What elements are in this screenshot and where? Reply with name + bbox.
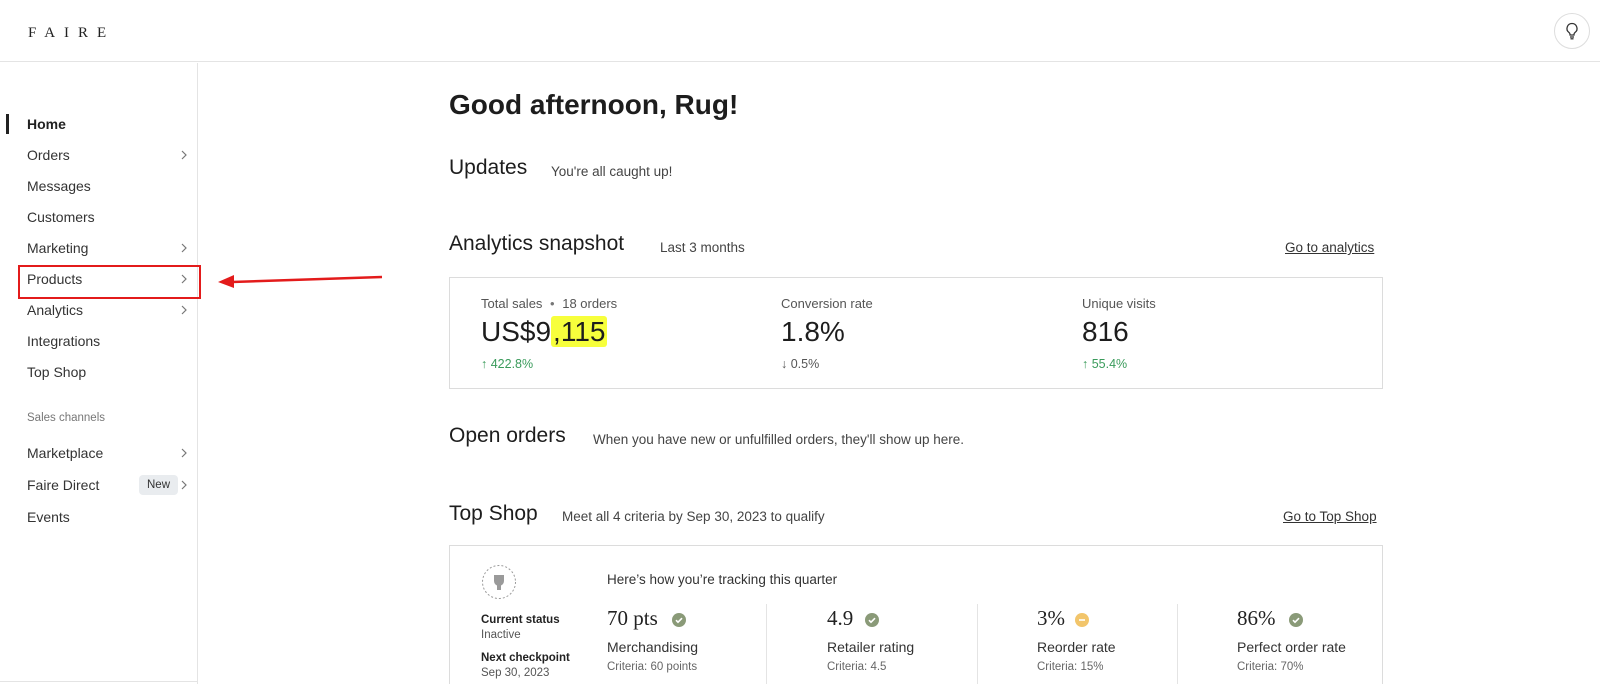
sidebar-item-customers[interactable]: Customers	[0, 203, 198, 231]
sidebar-item-label: Faire Direct	[27, 477, 100, 493]
sidebar-item-orders[interactable]: Orders	[0, 141, 198, 169]
sidebar-item-events[interactable]: Events	[0, 503, 198, 531]
metric-divider	[977, 604, 978, 684]
reorder-rate-label: Reorder rate	[1037, 639, 1116, 655]
tracking-heading: Here’s how you’re tracking this quarter	[607, 572, 838, 587]
top-shop-subtitle: Meet all 4 criteria by Sep 30, 2023 to q…	[562, 509, 825, 524]
total-sales-value: US$9,115	[481, 316, 608, 348]
sidebar-item-integrations[interactable]: Integrations	[0, 327, 198, 355]
orders-count: 18 orders	[562, 296, 618, 311]
sales-value-prefix: US$9	[481, 316, 552, 347]
updates-title: Updates	[449, 156, 528, 179]
metric-divider	[766, 604, 767, 684]
perfect-order-rate-value: 86%	[1237, 606, 1276, 630]
perfect-order-rate-label: Perfect order rate	[1237, 639, 1346, 655]
sidebar-item-analytics[interactable]: Analytics	[0, 296, 198, 324]
analytics-subtitle: Last 3 months	[660, 240, 745, 255]
sales-value-highlight: ,115	[551, 316, 608, 347]
unique-visits-value: 816	[1082, 316, 1129, 347]
perfect-order-rate-criteria: Criteria: 70%	[1237, 661, 1304, 673]
sidebar-item-label: Customers	[27, 209, 95, 225]
chevron-right-icon	[181, 480, 187, 490]
active-indicator	[6, 114, 9, 134]
annotation-arrow-icon	[218, 275, 383, 288]
page-title: Good afternoon, Rug!	[449, 89, 739, 120]
merchandising-criteria: Criteria: 60 points	[607, 661, 698, 673]
chevron-right-icon	[181, 448, 187, 458]
merchandising-label: Merchandising	[607, 639, 699, 655]
unique-visits-change: ↑ 55.4%	[1082, 357, 1128, 371]
sidebar-item-marketing[interactable]: Marketing	[0, 234, 198, 262]
check-circle-icon	[865, 613, 879, 627]
chevron-right-icon	[181, 305, 187, 315]
sidebar-divider	[0, 681, 198, 682]
sales-channels-heading: Sales channels	[27, 412, 105, 424]
sidebar-item-faire-direct[interactable]: Faire Direct New	[0, 471, 198, 499]
analytics-title: Analytics snapshot	[449, 232, 625, 255]
top-shop-card: Here’s how you’re tracking this quarter …	[449, 545, 1383, 684]
sidebar-item-label: Top Shop	[27, 364, 87, 380]
conversion-rate-label: Conversion rate	[781, 296, 873, 311]
total-sales-label-text: Total sales	[481, 296, 543, 311]
metric-divider	[1177, 604, 1178, 684]
retailer-rating-criteria: Criteria: 4.5	[827, 661, 887, 673]
sidebar-item-home[interactable]: Home	[0, 110, 198, 138]
pending-circle-icon	[1075, 613, 1089, 627]
current-status-value: Inactive	[481, 629, 521, 641]
sidebar-item-label: Events	[27, 509, 70, 525]
sidebar-item-label: Marketplace	[27, 445, 104, 461]
sidebar-item-label: Messages	[27, 178, 91, 194]
sidebar-item-label: Orders	[27, 147, 70, 163]
top-bar: FAIRE	[0, 0, 1600, 62]
go-to-analytics-link[interactable]: Go to analytics	[1285, 240, 1374, 255]
faire-logo[interactable]: FAIRE	[28, 25, 115, 42]
analytics-card: Total sales • 18 orders US$9,115 ↑ 422.8…	[449, 277, 1383, 389]
current-status-label: Current status	[481, 614, 560, 626]
retailer-rating-value: 4.9	[827, 606, 854, 630]
sidebar-item-label: Home	[27, 116, 66, 132]
top-shop-badge-icon	[482, 565, 516, 599]
sidebar-item-label: Marketing	[27, 240, 89, 256]
open-orders-title: Open orders	[449, 424, 566, 447]
next-checkpoint-label: Next checkpoint	[481, 652, 570, 664]
total-sales-change: ↑ 422.8%	[481, 357, 534, 371]
conversion-rate-value: 1.8%	[781, 316, 845, 347]
retailer-rating-label: Retailer rating	[827, 639, 915, 655]
go-to-top-shop-link[interactable]: Go to Top Shop	[1283, 509, 1377, 524]
check-circle-icon	[672, 613, 686, 627]
sidebar-item-label: Integrations	[27, 333, 101, 349]
total-sales-label: Total sales • 18 orders	[481, 296, 617, 311]
reorder-rate-criteria: Criteria: 15%	[1037, 661, 1104, 673]
new-badge: New	[139, 475, 179, 495]
unique-visits-label: Unique visits	[1082, 296, 1156, 311]
chevron-right-icon	[181, 243, 187, 253]
merchandising-value: 70 pts	[607, 606, 658, 630]
lightbulb-button[interactable]	[1554, 13, 1590, 49]
check-circle-icon	[1289, 613, 1303, 627]
sidebar: Home Orders Messages Customers Marketing…	[0, 63, 198, 684]
lightbulb-icon	[1566, 22, 1578, 40]
sidebar-item-marketplace[interactable]: Marketplace	[0, 439, 198, 467]
sidebar-item-top-shop[interactable]: Top Shop	[0, 358, 198, 386]
sidebar-item-label: Analytics	[27, 302, 84, 318]
reorder-rate-value: 3%	[1037, 606, 1065, 630]
conversion-rate-change: ↓ 0.5%	[781, 357, 820, 371]
updates-subtitle: You're all caught up!	[551, 164, 673, 179]
top-shop-title: Top Shop	[449, 502, 538, 525]
bullet-separator: •	[550, 296, 555, 311]
annotation-highlight-box	[18, 265, 201, 299]
next-checkpoint-value: Sep 30, 2023	[481, 667, 550, 679]
open-orders-subtitle: When you have new or unfulfilled orders,…	[593, 432, 965, 447]
chevron-right-icon	[181, 150, 187, 160]
sidebar-item-messages[interactable]: Messages	[0, 172, 198, 200]
